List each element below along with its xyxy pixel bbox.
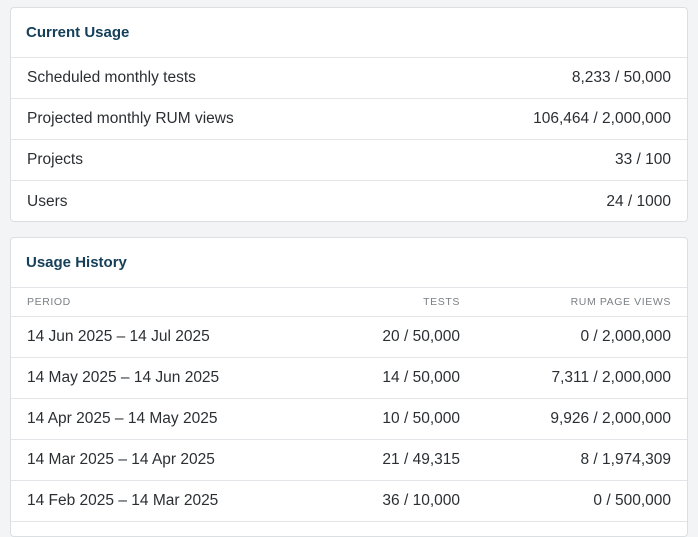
usage-row-label: Scheduled monthly tests [27, 69, 196, 86]
rum-cell: 7,311 / 2,000,000 [551, 369, 671, 386]
column-header-rum-page-views: RUM PAGE VIEWS [570, 296, 671, 308]
column-header-tests: TESTS [423, 296, 460, 308]
current-usage-card: Current Usage Scheduled monthly tests 8,… [10, 7, 688, 222]
usage-row-users: Users 24 / 1000 [11, 181, 687, 221]
usage-row-value: 106,464 / 2,000,000 [533, 110, 671, 127]
tests-cell: 10 / 50,000 [382, 410, 460, 427]
rum-cell: 8 / 1,974,309 [580, 451, 672, 468]
tests-cell: 36 / 10,000 [382, 492, 460, 509]
usage-history-title: Usage History [11, 238, 687, 288]
table-row: 14 May 2025 – 14 Jun 2025 14 / 50,000 7,… [11, 358, 687, 399]
period-cell: 14 Apr 2025 – 14 May 2025 [27, 410, 218, 427]
history-table-header: PERIOD TESTS RUM PAGE VIEWS [11, 288, 687, 317]
current-usage-title: Current Usage [11, 8, 687, 58]
usage-row-rum-views: Projected monthly RUM views 106,464 / 2,… [11, 99, 687, 140]
tests-cell: 14 / 50,000 [382, 369, 460, 386]
period-cell: 14 Jun 2025 – 14 Jul 2025 [27, 328, 210, 345]
tests-cell: 20 / 50,000 [382, 328, 460, 345]
table-row: 14 Feb 2025 – 14 Mar 2025 36 / 10,000 0 … [11, 481, 687, 522]
usage-row-value: 8,233 / 50,000 [571, 69, 671, 86]
usage-row-value: 33 / 100 [614, 151, 671, 168]
rum-cell: 0 / 2,000,000 [580, 328, 672, 345]
table-row: 14 Mar 2025 – 14 Apr 2025 21 / 49,315 8 … [11, 440, 687, 481]
usage-row-label: Projects [27, 151, 83, 168]
usage-history-card: Usage History PERIOD TESTS RUM PAGE VIEW… [10, 237, 688, 537]
table-row: 14 Jun 2025 – 14 Jul 2025 20 / 50,000 0 … [11, 317, 687, 358]
table-row: 14 Apr 2025 – 14 May 2025 10 / 50,000 9,… [11, 399, 687, 440]
tests-cell: 21 / 49,315 [382, 451, 460, 468]
usage-row-scheduled-tests: Scheduled monthly tests 8,233 / 50,000 [11, 58, 687, 99]
period-cell: 14 Mar 2025 – 14 Apr 2025 [27, 451, 215, 468]
usage-row-projects: Projects 33 / 100 [11, 140, 687, 181]
rum-cell: 0 / 500,000 [593, 492, 671, 509]
rum-cell: 9,926 / 2,000,000 [550, 410, 671, 427]
usage-row-value: 24 / 1000 [606, 192, 671, 210]
period-cell: 14 Feb 2025 – 14 Mar 2025 [27, 492, 219, 509]
usage-row-label: Projected monthly RUM views [27, 110, 234, 127]
period-cell: 14 May 2025 – 14 Jun 2025 [27, 369, 220, 386]
column-header-period: PERIOD [27, 296, 71, 308]
usage-row-label: Users [27, 192, 68, 210]
